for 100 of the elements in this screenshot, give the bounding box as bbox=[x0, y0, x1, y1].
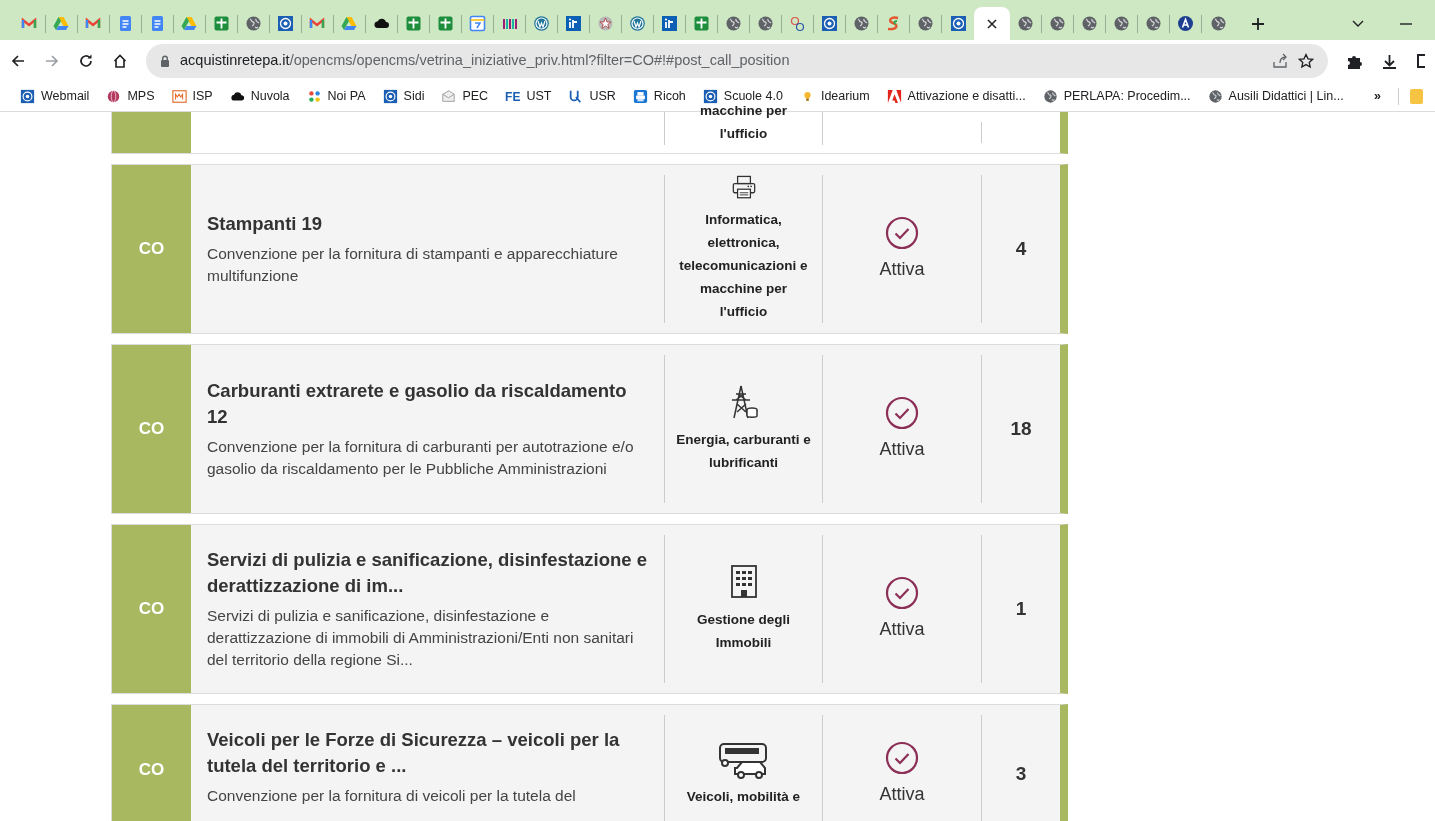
count-value: 18 bbox=[1010, 416, 1032, 441]
initiative-description: Convenzione per la fornitura di veicoli per la tutela del bbox=[207, 786, 577, 806]
plus-square-icon bbox=[437, 15, 454, 32]
bookmark[interactable]: Idearium bbox=[799, 87, 870, 106]
bookmark[interactable]: PERLAPA: Procedim... bbox=[1042, 87, 1191, 106]
category-label: Energia, carburanti e lubrificanti bbox=[675, 431, 812, 472]
circle-logo-icon bbox=[629, 15, 646, 32]
initiative-title[interactable]: Veicoli per le Forze di Sicurezza – veicoli per la tutela del territorio e ... bbox=[207, 727, 648, 779]
type-tag: CO bbox=[112, 345, 191, 513]
check-circle-icon bbox=[885, 395, 919, 430]
url-text: acquistinretepa.it/opencms/opencms/vetrina_iniziative_priv.html?filter=CO#!#post_call_position bbox=[180, 51, 791, 71]
circle-logo-icon bbox=[533, 15, 550, 32]
globe-icon bbox=[725, 15, 742, 32]
status-label: Attiva bbox=[879, 783, 925, 806]
initiative-title[interactable]: Stampanti 19 bbox=[207, 211, 648, 237]
count-value: 4 bbox=[1015, 236, 1027, 261]
circle-logo-icon bbox=[1177, 15, 1194, 32]
status-label: Attiva bbox=[879, 617, 925, 641]
category-label: Informatica, elettronica, telecomunicazioni e macchine per l'ufficio bbox=[678, 211, 809, 321]
globe-icon bbox=[245, 15, 262, 32]
initiative-description: Convenzione per la fornitura di stampanti e apparecchiature multifunzione bbox=[207, 244, 619, 286]
type-tag: CO bbox=[112, 165, 191, 333]
reload-icon[interactable] bbox=[78, 53, 94, 69]
bookmark[interactable]: FE UST bbox=[505, 87, 552, 106]
count-value: 3 bbox=[1015, 762, 1027, 787]
ball-icon bbox=[106, 89, 122, 104]
star-icon[interactable] bbox=[1298, 53, 1314, 69]
seal-icon bbox=[702, 89, 718, 104]
globe-icon bbox=[1209, 15, 1227, 32]
count-value: 1 bbox=[1015, 596, 1027, 621]
grid-logo-icon bbox=[171, 89, 187, 104]
bookmark[interactable]: Ricoh bbox=[632, 87, 686, 106]
plus-square-icon bbox=[693, 15, 710, 32]
envelope-icon bbox=[441, 89, 457, 104]
window-icon[interactable] bbox=[1416, 53, 1425, 69]
seal-icon bbox=[382, 89, 398, 104]
chevron-down-icon[interactable] bbox=[1351, 18, 1365, 29]
calendar-icon bbox=[469, 15, 486, 32]
square-logo-icon bbox=[661, 15, 678, 32]
lock-icon bbox=[160, 55, 170, 67]
u-logo-icon bbox=[568, 89, 584, 104]
document-icon bbox=[117, 15, 134, 32]
address-bar[interactable]: acquistinretepa.it/opencms/opencms/vetrina_iniziative_priv.html?filter=CO#!#post_call_position bbox=[146, 44, 1328, 78]
emblem-icon bbox=[597, 15, 614, 32]
download-icon[interactable] bbox=[1381, 52, 1398, 70]
globe-icon bbox=[757, 15, 774, 32]
plus-square-icon bbox=[405, 15, 422, 32]
bookmark[interactable]: Nuvola bbox=[229, 87, 290, 106]
bookmark[interactable]: Sidi bbox=[382, 87, 425, 106]
globe-icon bbox=[1017, 15, 1034, 32]
bookmark[interactable]: Webmail bbox=[20, 87, 90, 106]
globe-icon bbox=[853, 15, 870, 32]
plus-square-icon bbox=[213, 15, 230, 32]
initiative-title[interactable]: Carburanti extrarete e gasolio da riscaldamento 12 bbox=[207, 378, 648, 430]
category-label: Veicoli, mobilità e bbox=[685, 788, 802, 806]
globe-icon bbox=[1113, 15, 1130, 32]
bookmark[interactable]: MPS bbox=[106, 87, 155, 106]
home-icon[interactable] bbox=[112, 53, 128, 69]
seal-icon bbox=[277, 15, 294, 32]
dots-logo-icon bbox=[789, 15, 806, 32]
share-icon[interactable] bbox=[1272, 53, 1288, 69]
square-logo-icon bbox=[565, 15, 582, 32]
triangle-logo-icon bbox=[181, 15, 198, 32]
close-icon bbox=[986, 17, 998, 30]
status-label: Attiva bbox=[879, 257, 925, 281]
globe-icon bbox=[1207, 89, 1223, 104]
seal-icon bbox=[20, 89, 35, 104]
status-label: Attiva bbox=[879, 437, 925, 461]
bookmark[interactable]: ISP bbox=[171, 87, 213, 106]
globe-icon bbox=[1145, 15, 1162, 32]
globe-icon bbox=[917, 15, 934, 32]
printer-logo-icon bbox=[632, 89, 648, 104]
check-circle-icon bbox=[885, 741, 919, 775]
bookmark[interactable]: Ausili Didattici | Lin... bbox=[1207, 87, 1344, 106]
seal-icon bbox=[821, 15, 838, 32]
triangle-logo-icon bbox=[886, 89, 902, 104]
bookmark[interactable]: Attivazione e disatti... bbox=[886, 87, 1026, 106]
triangle-logo-icon bbox=[53, 15, 70, 32]
type-tag: CO bbox=[112, 525, 191, 693]
globe-icon bbox=[1081, 15, 1098, 32]
initiative-description: Convenzione per la fornitura di carburanti per autotrazione e/o gasolio da riscaldamento per le Pubbliche Amministrazioni bbox=[207, 437, 635, 479]
globe-icon bbox=[1049, 15, 1066, 32]
back-icon[interactable] bbox=[10, 53, 26, 69]
document-icon bbox=[149, 15, 166, 32]
check-circle-icon bbox=[885, 575, 919, 610]
bookmark[interactable]: Noi PA bbox=[306, 87, 366, 106]
pinwheel-icon bbox=[306, 89, 322, 104]
category-label: Gestione degli Immobili bbox=[696, 611, 791, 652]
triangle-logo-icon bbox=[341, 15, 358, 32]
globe-icon bbox=[1042, 89, 1058, 104]
seal-icon bbox=[949, 15, 967, 32]
bookmark[interactable]: USR bbox=[568, 87, 616, 106]
type-tag: CO bbox=[112, 705, 191, 821]
check-circle-icon bbox=[885, 215, 919, 250]
minimize-icon[interactable] bbox=[1399, 21, 1413, 26]
initiative-description: Servizi di pulizia e sanificazione, disinfestazione e derattizzazione di immobili di Amministrazioni/Enti non sanitari del territorio della regione Si... bbox=[207, 606, 635, 670]
new-tab-icon[interactable] bbox=[1250, 15, 1266, 32]
initiative-title[interactable]: Servizi di pulizia e sanificazione, disinfestazione e derattizzazione di im... bbox=[207, 547, 648, 599]
more-bookmarks-button[interactable]: » bbox=[1374, 87, 1381, 106]
bookmark[interactable]: PEC bbox=[441, 87, 489, 106]
